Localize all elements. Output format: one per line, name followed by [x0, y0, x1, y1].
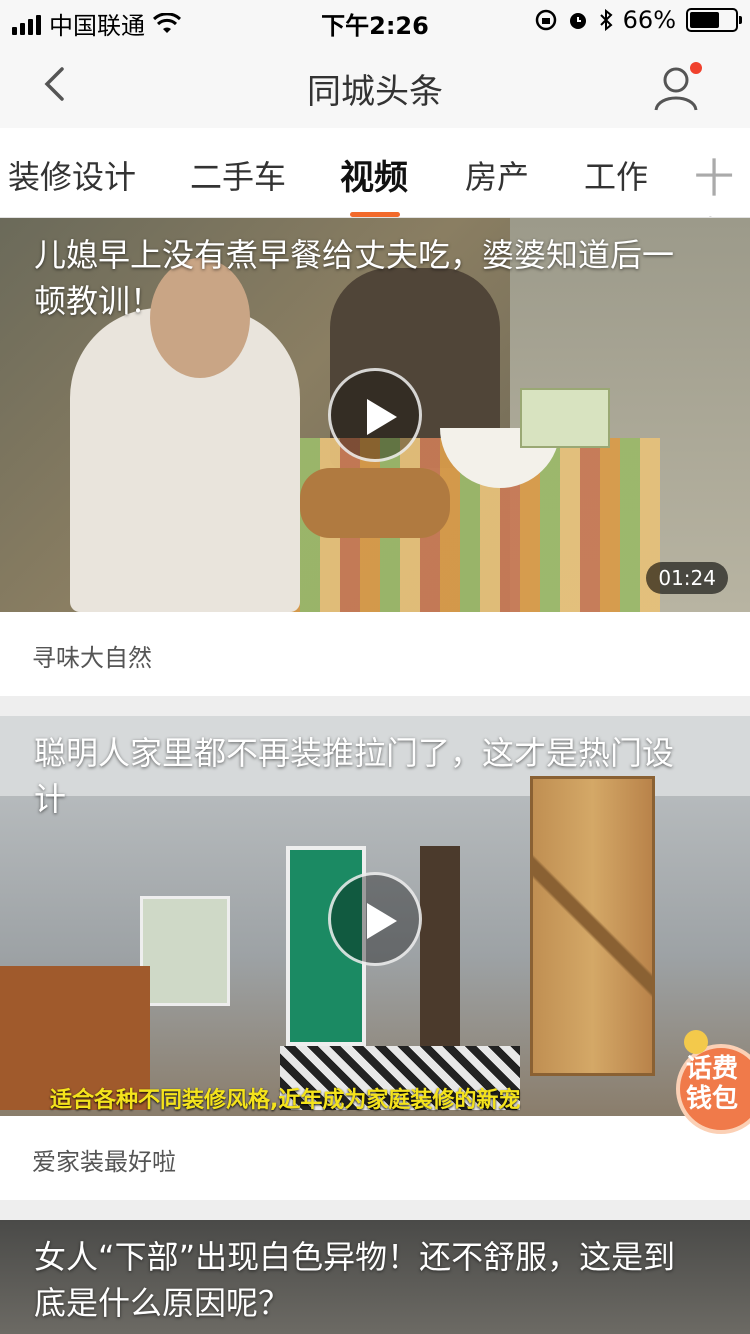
video-source[interactable]: 爱家装最好啦 — [0, 1116, 750, 1200]
video-thumbnail[interactable]: 儿媳早上没有煮早餐给丈夫吃，婆婆知道后一顿教训！ 01:24 — [0, 218, 750, 612]
alarm-icon — [569, 13, 586, 29]
bluetooth-icon — [599, 9, 613, 31]
phone-credit-wallet-button[interactable]: 话费钱包 — [676, 1030, 750, 1136]
video-duration: 01:24 — [646, 562, 728, 594]
video-title[interactable]: 儿媳早上没有煮早餐给丈夫吃，婆婆知道后一顿教训！ — [34, 232, 690, 324]
status-right: 66% — [535, 6, 742, 34]
video-title[interactable]: 聪明人家里都不再装推拉门了，这才是热门设计 — [34, 730, 690, 822]
play-icon[interactable] — [328, 368, 422, 462]
video-thumbnail[interactable]: 女人“下部”出现白色异物！还不舒服，这是到底是什么原因呢？ — [0, 1220, 750, 1334]
tab-more-button[interactable]: 十有 — [660, 128, 750, 217]
video-card[interactable]: 女人“下部”出现白色异物！还不舒服，这是到底是什么原因呢？ — [0, 1220, 750, 1334]
category-tabs: 装修设计 二手车 视频 房产 工作 十有 — [0, 128, 750, 218]
badge-label: 话费钱包 — [686, 1054, 739, 1114]
battery-icon — [686, 8, 742, 32]
user-button[interactable] — [652, 60, 706, 114]
status-bar: 中国联通 下午2:26 66% — [0, 0, 750, 40]
video-subtitle: 适合各种不同装修风格,近年成为家庭装修的新宠 — [50, 1088, 521, 1113]
tab-decoration[interactable]: 装修设计 — [8, 152, 136, 198]
tab-jobs[interactable]: 工作 — [584, 152, 648, 198]
battery-fill — [690, 12, 720, 28]
rotation-lock-icon — [535, 9, 556, 31]
tab-used-car[interactable]: 二手车 — [190, 152, 286, 198]
tab-more-label: 十有 — [694, 156, 734, 217]
battery-percent: 66% — [622, 6, 676, 34]
video-source[interactable]: 寻味大自然 — [0, 612, 750, 696]
tab-real-estate[interactable]: 房产 — [465, 152, 529, 198]
video-card[interactable]: 儿媳早上没有煮早餐给丈夫吃，婆婆知道后一顿教训！ 01:24 寻味大自然 — [0, 218, 750, 696]
coin-icon — [684, 1030, 708, 1054]
play-icon[interactable] — [328, 872, 422, 966]
page-title: 同城头条 — [307, 72, 443, 112]
navigation-bar: 同城头条 — [0, 40, 750, 128]
video-card[interactable]: 聪明人家里都不再装推拉门了，这才是热门设计 01 适合各种不同装修风格,近年成为… — [0, 716, 750, 1200]
tab-video[interactable]: 视频 — [340, 150, 408, 199]
notification-dot — [690, 62, 702, 74]
active-tab-indicator — [350, 212, 400, 217]
video-title[interactable]: 女人“下部”出现白色异物！还不舒服，这是到底是什么原因呢？ — [34, 1234, 690, 1326]
video-thumbnail[interactable]: 聪明人家里都不再装推拉门了，这才是热门设计 01 适合各种不同装修风格,近年成为… — [0, 716, 750, 1116]
